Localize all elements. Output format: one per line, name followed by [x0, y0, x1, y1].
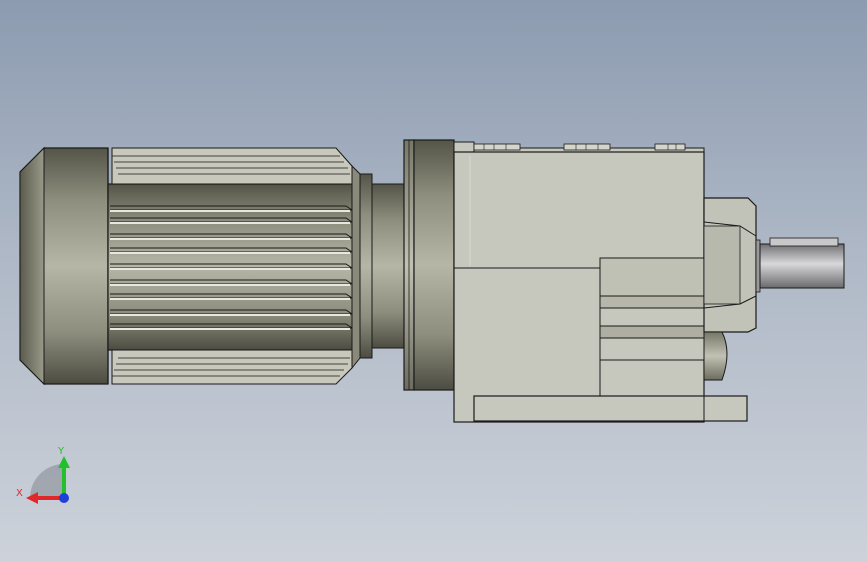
motor-body	[107, 147, 361, 385]
adapter-neck	[359, 173, 407, 359]
motor-fan-cover	[19, 146, 109, 386]
x-axis-label: X	[16, 488, 23, 499]
motor-flange	[403, 139, 455, 391]
output-bearing-housing	[703, 197, 757, 381]
coordinate-triad: Y X	[16, 446, 70, 504]
output-shaft	[755, 237, 845, 293]
gearbox-housing	[453, 141, 748, 423]
cad-viewport[interactable]: Y X	[0, 0, 867, 562]
cad-model-drawing: Y X	[16, 139, 845, 504]
y-axis-label: Y	[57, 446, 65, 457]
